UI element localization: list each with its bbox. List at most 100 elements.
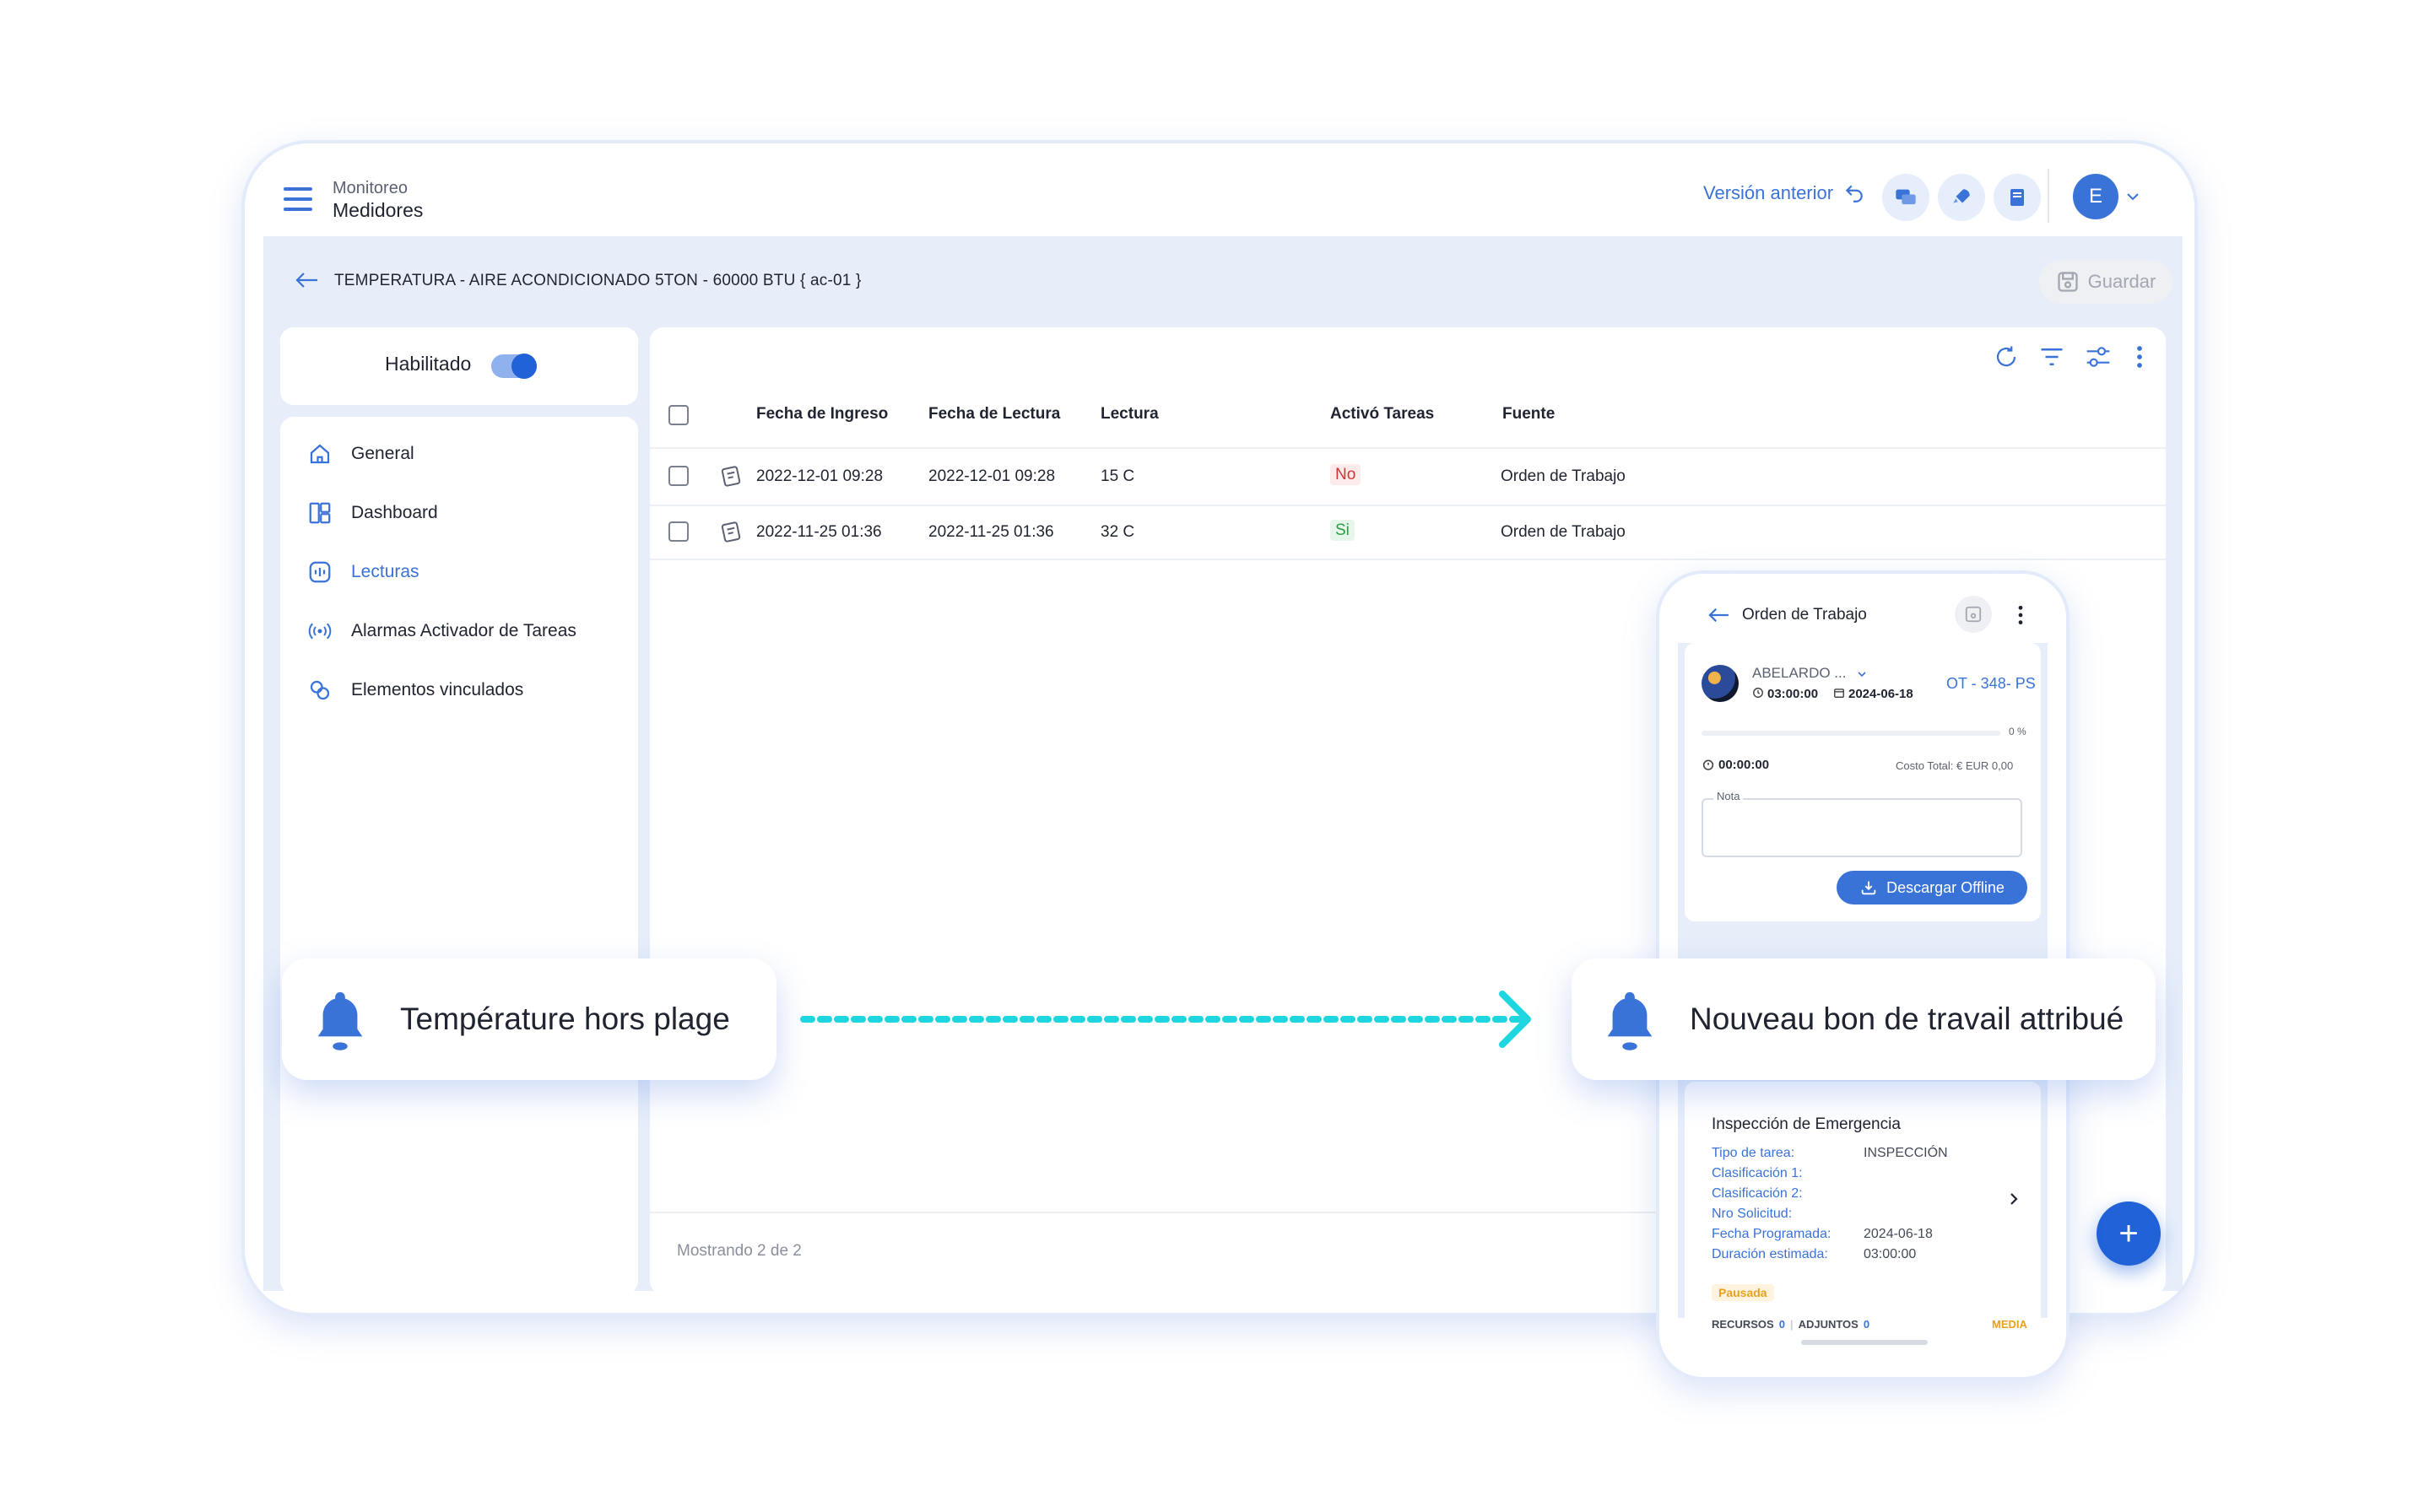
total-cost: Costo Total: € EUR 0,00 bbox=[1896, 759, 2014, 772]
chevron-down-icon[interactable] bbox=[1857, 670, 1867, 678]
enabled-card: Habilitado bbox=[280, 327, 638, 405]
field-value: INSPECCIÓN bbox=[1864, 1146, 1948, 1160]
cell-fuente: Orden de Trabajo bbox=[1501, 523, 1626, 541]
column-header-fecha-ingreso[interactable]: Fecha de Ingreso bbox=[756, 405, 888, 424]
sidebar-item-label: General bbox=[351, 444, 414, 463]
field-label: Tipo de tarea: bbox=[1712, 1146, 1795, 1160]
more-vertical-icon[interactable] bbox=[2017, 604, 2024, 626]
download-label: Descargar Offline bbox=[1886, 878, 2005, 896]
filter-icon[interactable] bbox=[2039, 346, 2064, 368]
resources-count: 0 bbox=[1778, 1318, 1785, 1331]
stopwatch-icon bbox=[1702, 759, 1714, 770]
column-header-lectura[interactable]: Lectura bbox=[1101, 405, 1159, 424]
phone-title: Orden de Trabajo bbox=[1742, 606, 1867, 624]
topbar-divider bbox=[2048, 169, 2049, 223]
row-divider bbox=[650, 505, 2166, 506]
ot-code[interactable]: OT - 348- PS bbox=[1946, 675, 2036, 693]
status-badge-si: Si bbox=[1330, 520, 1355, 541]
home-indicator bbox=[1801, 1340, 1928, 1345]
cell-lectura: 15 C bbox=[1101, 467, 1135, 485]
task-title: Inspección de Emergencia bbox=[1712, 1115, 1901, 1133]
sidebar-item-label: Alarmas Activador de Tareas bbox=[351, 621, 576, 640]
sidebar-nav: General Dashboard Lecturas Alarmas Activ… bbox=[280, 417, 638, 1294]
undo-icon bbox=[1845, 185, 1863, 202]
chat-icon bbox=[1896, 189, 1916, 205]
rocket-button[interactable] bbox=[1938, 174, 1985, 221]
stage: Monitoreo Medidores Versión anterior E T… bbox=[0, 0, 2424, 1512]
work-order-icon bbox=[721, 466, 741, 487]
book-icon bbox=[2010, 189, 2024, 206]
chat-button[interactable] bbox=[1882, 174, 1929, 221]
chevron-down-icon[interactable] bbox=[2125, 191, 2140, 202]
sidebar-item-lecturas[interactable]: Lecturas bbox=[307, 555, 419, 589]
estimated-time: 03:00:00 bbox=[1767, 687, 1819, 701]
work-order-icon bbox=[721, 521, 741, 543]
enabled-toggle[interactable] bbox=[491, 354, 537, 379]
row-checkbox[interactable] bbox=[668, 521, 689, 542]
adjustments-icon[interactable] bbox=[2085, 344, 2112, 370]
cell-fecha-ingreso: 2022-12-01 09:28 bbox=[756, 467, 884, 485]
notification-text: Nouveau bon de travail attribué bbox=[1690, 1002, 2124, 1036]
page-title: TEMPERATURA - AIRE ACONDICIONADO 5TON - … bbox=[334, 272, 862, 289]
chevron-right-icon[interactable] bbox=[2009, 1191, 2019, 1207]
field-label: Fecha Programada: bbox=[1712, 1227, 1832, 1241]
avatar[interactable]: E bbox=[2073, 174, 2118, 219]
attachments-label: ADJUNTOS bbox=[1798, 1318, 1859, 1331]
sidebar-item-alarmas[interactable]: Alarmas Activador de Tareas bbox=[307, 614, 576, 648]
cell-fuente: Orden de Trabajo bbox=[1501, 467, 1626, 485]
phone-save-button[interactable] bbox=[1955, 596, 1992, 633]
dashboard-icon bbox=[309, 502, 331, 524]
bell-icon bbox=[317, 991, 363, 1050]
back-arrow-icon[interactable] bbox=[294, 270, 319, 290]
resources-label: RECURSOS bbox=[1712, 1318, 1774, 1331]
readings-icon bbox=[309, 561, 331, 583]
column-header-fuente[interactable]: Fuente bbox=[1502, 405, 1555, 424]
refresh-icon[interactable] bbox=[1994, 344, 2019, 370]
column-header-activo-tareas[interactable]: Activó Tareas bbox=[1330, 405, 1434, 424]
previous-version-link[interactable]: Versión anterior bbox=[1703, 182, 1865, 204]
resources-row[interactable]: RECURSOS 0 | ADJUNTOS 0 bbox=[1712, 1318, 1869, 1331]
work-order-card: ABELARDO ... 03:00:00 2024-06-18 OT - 34… bbox=[1685, 643, 2041, 921]
sidebar-item-label: Dashboard bbox=[351, 503, 438, 522]
add-button[interactable]: + bbox=[2097, 1202, 2161, 1266]
row-checkbox[interactable] bbox=[668, 466, 689, 486]
scheduled-date: 2024-06-18 bbox=[1848, 687, 1913, 701]
field-label: Clasificación 1: bbox=[1712, 1166, 1803, 1180]
sidebar-item-dashboard[interactable]: Dashboard bbox=[307, 496, 438, 530]
bell-icon bbox=[1607, 991, 1653, 1050]
clock-icon bbox=[1753, 688, 1763, 698]
save-button[interactable]: Guardar bbox=[2039, 260, 2172, 304]
save-icon bbox=[2057, 272, 2078, 292]
download-offline-button[interactable]: Descargar Offline bbox=[1837, 871, 2027, 904]
enabled-label: Habilitado bbox=[385, 353, 472, 375]
select-all-checkbox[interactable] bbox=[668, 405, 689, 425]
assignee-name: ABELARDO ... bbox=[1752, 665, 1847, 681]
sidebar-item-elementos[interactable]: Elementos vinculados bbox=[307, 673, 523, 707]
cell-lectura: 32 C bbox=[1101, 523, 1135, 541]
row-divider bbox=[650, 559, 2166, 560]
field-label: Duración estimada: bbox=[1712, 1247, 1828, 1261]
table-footer-count: Mostrando 2 de 2 bbox=[677, 1242, 802, 1260]
dashed-arrow-icon bbox=[800, 991, 1531, 1048]
task-card[interactable]: Inspección de Emergencia Tipo de tarea: … bbox=[1685, 1082, 2041, 1335]
breadcrumb-section: Monitoreo bbox=[333, 179, 408, 197]
hamburger-menu-icon[interactable] bbox=[284, 187, 312, 218]
notification-text: Température hors plage bbox=[400, 1002, 730, 1036]
footer-divider bbox=[650, 1212, 1663, 1213]
priority-label: MEDIA bbox=[1992, 1318, 2027, 1331]
book-button[interactable] bbox=[1994, 174, 2041, 221]
column-header-fecha-lectura[interactable]: Fecha de Lectura bbox=[928, 405, 1060, 424]
calendar-icon bbox=[1834, 688, 1844, 698]
sidebar-item-general[interactable]: General bbox=[307, 437, 414, 471]
cell-fecha-lectura: 2022-12-01 09:28 bbox=[928, 467, 1056, 485]
home-icon bbox=[310, 444, 330, 464]
progress-bar bbox=[1702, 731, 2000, 736]
previous-version-label: Versión anterior bbox=[1703, 182, 1834, 203]
cell-fecha-lectura: 2022-11-25 01:36 bbox=[928, 523, 1054, 541]
back-arrow-icon[interactable] bbox=[1707, 606, 1730, 624]
attachments-count: 0 bbox=[1863, 1318, 1870, 1331]
save-label: Guardar bbox=[2087, 271, 2156, 292]
note-label: Nota bbox=[1713, 790, 1744, 802]
more-vertical-icon[interactable] bbox=[2135, 344, 2144, 370]
note-field[interactable] bbox=[1702, 798, 2022, 857]
